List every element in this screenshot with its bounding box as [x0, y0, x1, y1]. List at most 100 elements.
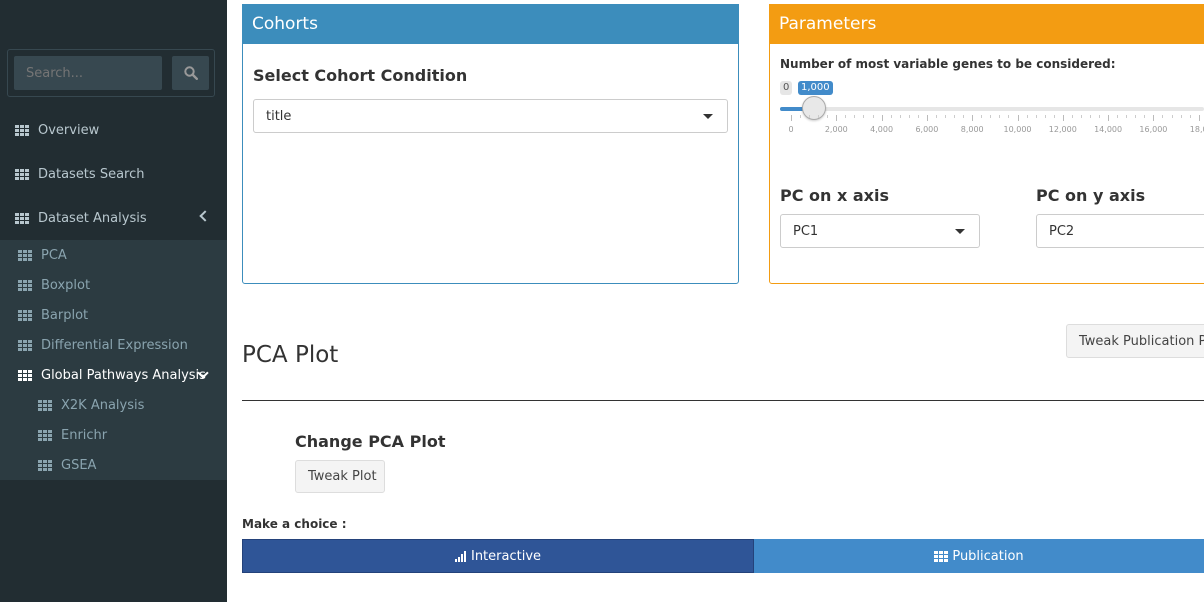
grid-icon	[38, 399, 52, 411]
sidebar-item-label: GSEA	[61, 457, 97, 473]
sidebar-item-gsea[interactable]: GSEA	[0, 450, 227, 480]
slider-minor-tick	[1044, 115, 1046, 118]
slider-label: Number of most variable genes to be cons…	[780, 57, 1116, 71]
slider-tick	[926, 115, 928, 121]
slider-minor-tick	[845, 115, 847, 118]
slider-minor-tick	[1126, 115, 1128, 118]
slider-minor-tick	[1144, 115, 1146, 118]
divider	[242, 400, 1204, 401]
slider-minor-tick	[854, 115, 856, 118]
slider-minor-tick	[963, 115, 965, 118]
sidebar-item-label: Barplot	[41, 307, 89, 323]
tab-publication[interactable]: Publication	[754, 539, 1204, 573]
sidebar-item-enrichr[interactable]: Enrichr	[0, 420, 227, 450]
sidebar-item-overview[interactable]: Overview	[0, 108, 227, 152]
slider-tick-label: 6,000	[915, 125, 939, 134]
sidebar-item-datasets-search[interactable]: Datasets Search	[0, 152, 227, 196]
slider-minor-tick	[863, 115, 865, 118]
slider-minor-tick	[954, 115, 956, 118]
slider-minor-tick	[890, 115, 892, 118]
tweak-plot-button[interactable]: Tweak Plot	[295, 460, 385, 493]
change-pca-plot-label: Change PCA Plot	[295, 432, 446, 451]
slider-minor-tick	[945, 115, 947, 118]
slider-minor-tick	[917, 115, 919, 118]
pc-x-label: PC on x axis	[780, 186, 890, 205]
slider-tick-label: 14,000	[1094, 125, 1123, 134]
parameters-box-header: Parameters	[769, 4, 1204, 44]
slider-minor-tick	[908, 115, 910, 118]
cohorts-box-title: Cohorts	[252, 14, 318, 34]
sidebar-item-label: PCA	[41, 247, 67, 263]
grid-icon	[934, 550, 949, 562]
sidebar-item-label: X2K Analysis	[61, 397, 145, 413]
pc-y-label: PC on y axis	[1036, 186, 1146, 205]
pc-y-value: PC2	[1049, 223, 1075, 239]
slider-minor-tick	[800, 115, 802, 118]
slider-tick-label: 16,000	[1139, 125, 1168, 134]
sidebar-search-form	[7, 49, 215, 97]
bar-chart-icon	[454, 550, 466, 562]
slider-tick	[1062, 115, 1064, 121]
tab-label: Interactive	[470, 548, 542, 564]
cohort-condition-select[interactable]: title	[253, 99, 728, 133]
sidebar-item-boxplot[interactable]: Boxplot	[0, 270, 227, 300]
slider-minor-tick	[899, 115, 901, 118]
sidebar-item-label: Overview	[38, 122, 100, 138]
grid-icon	[18, 309, 32, 321]
tweak-publication-plot-button[interactable]: Tweak Publication Plot	[1066, 324, 1204, 358]
slider-tick-label: 2,000	[824, 125, 848, 134]
slider-minor-tick	[827, 115, 829, 118]
pc-x-value: PC1	[793, 223, 819, 239]
slider-handle[interactable]	[801, 96, 826, 120]
grid-icon	[15, 212, 29, 224]
tab-interactive[interactable]: Interactive	[242, 539, 754, 573]
grid-icon	[18, 369, 32, 381]
cohort-condition-label: Select Cohort Condition	[253, 66, 468, 85]
sidebar-item-x2k-analysis[interactable]: X2K Analysis	[0, 390, 227, 420]
slider-minor-tick	[1080, 115, 1082, 118]
slider-tick	[836, 115, 838, 121]
choice-label: Make a choice :	[242, 517, 347, 531]
search-button[interactable]	[172, 56, 209, 90]
slider-minor-tick	[990, 115, 992, 118]
slider-tick	[1153, 115, 1155, 121]
slider-minor-tick	[935, 115, 937, 118]
parameters-box-title: Parameters	[779, 14, 877, 34]
sidebar-item-label: Datasets Search	[38, 166, 145, 182]
sidebar-submenu: PCA Boxplot Barplot Differential Express…	[0, 240, 227, 480]
search-input[interactable]	[14, 56, 162, 90]
grid-icon	[38, 459, 52, 471]
slider-tick	[881, 115, 883, 121]
slider-tick-label: 8,000	[960, 125, 984, 134]
grid-icon	[18, 249, 32, 261]
cohort-condition-value: title	[266, 108, 292, 124]
sidebar-item-label: Differential Expression	[41, 337, 188, 353]
slider-minor-tick	[981, 115, 983, 118]
sidebar-item-global-pathways-analysis[interactable]: Global Pathways Analysis	[0, 360, 227, 390]
slider-tick-label: 12,000	[1048, 125, 1077, 134]
pc-y-select[interactable]: PC2	[1036, 214, 1204, 248]
slider-track[interactable]	[780, 107, 1204, 111]
slider-tick-label: 0	[788, 125, 794, 134]
slider-minor-tick	[1071, 115, 1073, 118]
slider-minor-tick	[999, 115, 1001, 118]
slider-minor-tick	[1089, 115, 1091, 118]
grid-icon	[15, 168, 29, 180]
pc-x-select[interactable]: PC1	[780, 214, 980, 248]
slider-min-badge: 0	[780, 81, 793, 95]
sidebar-item-pca[interactable]: PCA	[0, 240, 227, 270]
slider-minor-tick	[1053, 115, 1055, 118]
sidebar: Overview Datasets Search Dataset Analysi…	[0, 0, 227, 602]
caret-down-icon	[955, 229, 965, 234]
sidebar-item-barplot[interactable]: Barplot	[0, 300, 227, 330]
slider-minor-tick	[1135, 115, 1137, 118]
sidebar-item-differential-expression[interactable]: Differential Expression	[0, 330, 227, 360]
slider-tick-label: 4,000	[870, 125, 894, 134]
slider-minor-tick	[1117, 115, 1119, 118]
tab-label: Publication	[952, 548, 1024, 564]
caret-down-icon	[703, 114, 713, 119]
grid-icon	[18, 339, 32, 351]
slider-tick	[1108, 115, 1110, 121]
slider-minor-tick	[1180, 115, 1182, 118]
sidebar-item-dataset-analysis[interactable]: Dataset Analysis	[0, 196, 227, 240]
